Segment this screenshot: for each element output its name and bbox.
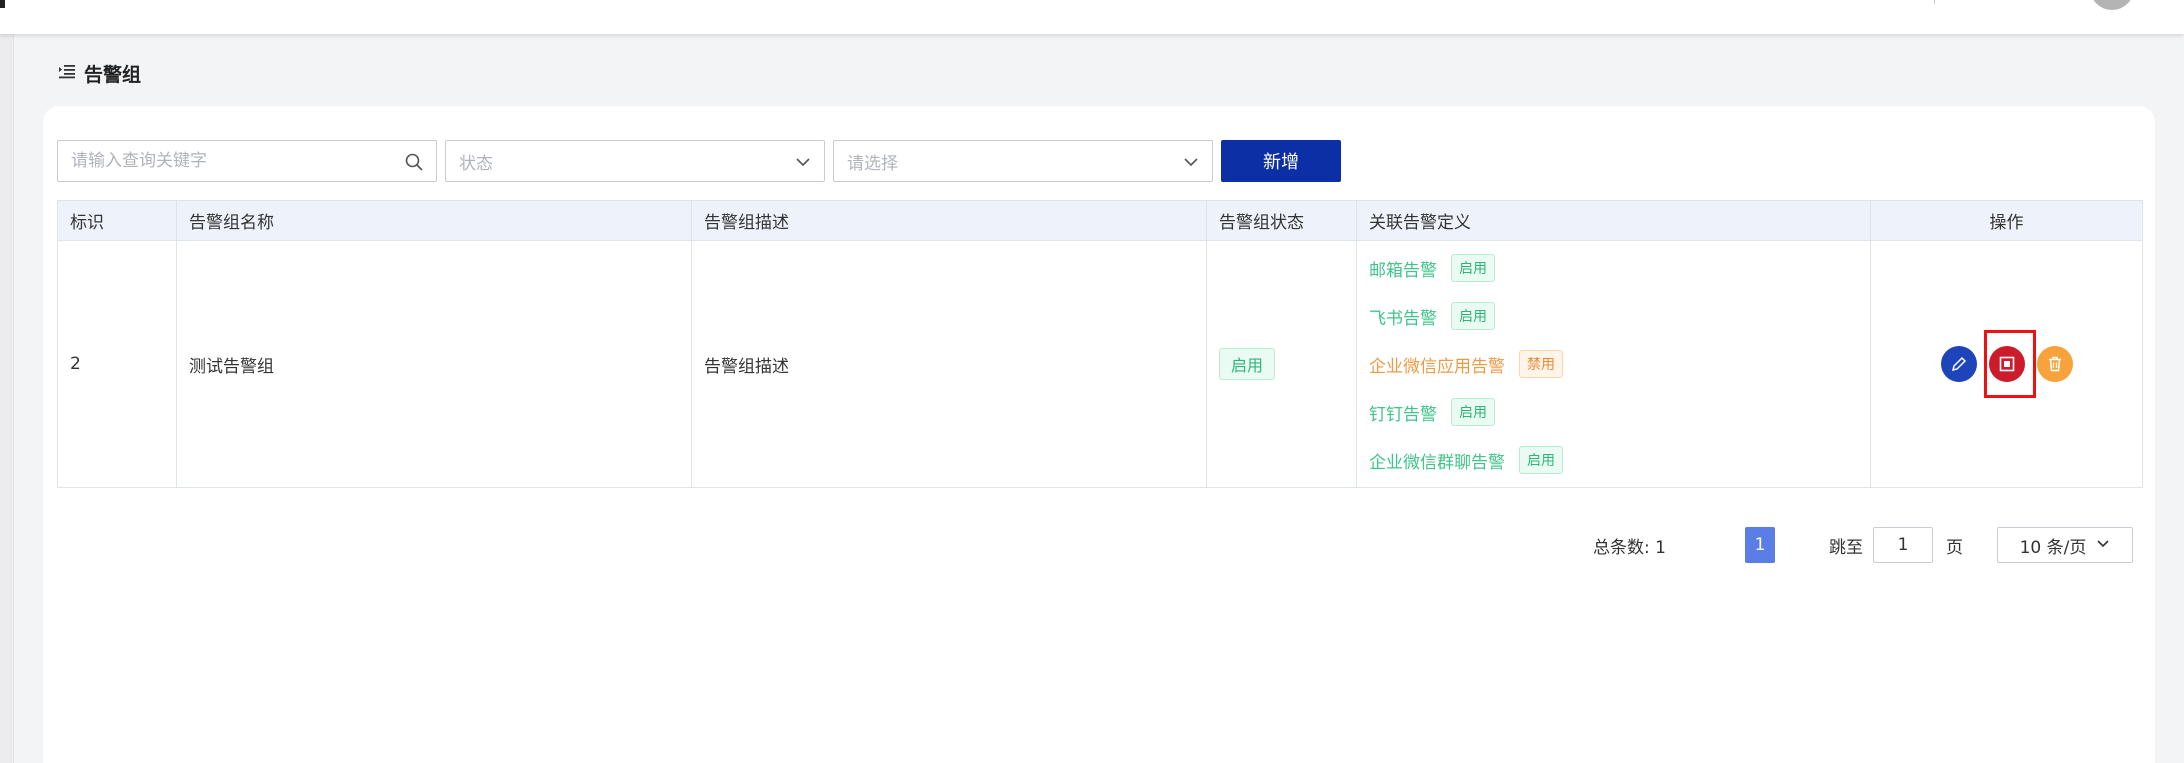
top-bar [0,0,2184,34]
chevron-down-icon [2096,535,2110,555]
cell-description: 告警组描述 [691,240,1207,488]
jump-page-input[interactable] [1873,527,1933,563]
stop-button[interactable] [1988,346,2025,382]
cell-alerts: 邮箱告警 启用 飞书告警 启用 企业微信应用告警 禁用 钉钉告警 启用 企业微信… [1356,240,1871,488]
trash-icon [2048,356,2061,372]
chevron-down-icon [1182,152,1200,176]
top-bar-divider [1934,0,1935,4]
alert-status-badge: 启用 [1451,254,1495,282]
page-suffix: 页 [1946,537,1963,558]
filter-toolbar: 状态 请选择 新增 [57,140,1341,182]
cell-actions [1870,240,2143,488]
chevron-down-icon [794,152,812,176]
page-size-label: 10 条/页 [2019,537,2087,558]
list-item: 企业微信应用告警 禁用 [1369,350,1870,378]
action-buttons [1871,346,2142,382]
cell-id: 2 [57,240,177,488]
column-header-alerts[interactable]: 关联告警定义 [1356,200,1871,241]
page-title: 告警组 [84,63,142,86]
alert-name[interactable]: 邮箱告警 [1369,256,1437,281]
column-header-id[interactable]: 标识 [57,200,177,241]
stop-square-icon [1999,356,2014,372]
corner-mark [0,0,5,8]
status-select[interactable]: 状态 [445,140,825,182]
search-field[interactable] [57,140,437,182]
generic-select-placeholder: 请选择 [847,153,898,174]
generic-select[interactable]: 请选择 [833,140,1213,182]
list-item: 飞书告警 启用 [1369,302,1870,330]
delete-button[interactable] [2036,346,2073,382]
column-header-name[interactable]: 告警组名称 [176,200,692,241]
pencil-icon [1951,356,1966,372]
sidebar-rail [0,34,14,763]
pagination: 总条数: 1 1 跳至 页 10 条/页 [1593,527,2133,563]
search-icon[interactable] [404,152,424,176]
alert-status-badge: 启用 [1451,302,1495,330]
total-count: 总条数: 1 [1593,537,1666,558]
page-size-select[interactable]: 10 条/页 [1997,527,2133,563]
status-select-placeholder: 状态 [459,153,493,174]
search-input[interactable] [71,151,371,171]
edit-button[interactable] [1940,346,1977,382]
table-header-row: 标识 告警组名称 告警组描述 告警组状态 关联告警定义 操作 [57,200,2143,241]
column-header-actions: 操作 [1870,200,2143,241]
menu-indent-icon[interactable] [58,63,76,83]
alert-name[interactable]: 钉钉告警 [1369,400,1437,425]
cell-status: 启用 [1206,240,1357,488]
status-badge: 启用 [1219,348,1276,380]
alert-status-badge: 启用 [1451,398,1495,426]
column-header-description[interactable]: 告警组描述 [691,200,1207,241]
alert-group-table: 标识 告警组名称 告警组描述 告警组状态 关联告警定义 操作 2 测试告警组 告… [57,200,2143,488]
alert-name[interactable]: 企业微信应用告警 [1369,352,1505,377]
page-header: 告警组 [58,58,141,88]
table-row: 2 测试告警组 告警组描述 启用 邮箱告警 启用 飞书告警 启用 企业微信应用告… [57,240,2143,488]
alert-status-badge: 禁用 [1519,350,1563,378]
list-item: 钉钉告警 启用 [1369,398,1870,426]
page-button-current[interactable]: 1 [1745,527,1775,563]
alert-name[interactable]: 飞书告警 [1369,304,1437,329]
alert-list: 邮箱告警 启用 飞书告警 启用 企业微信应用告警 禁用 钉钉告警 启用 企业微信… [1369,254,1870,474]
column-header-status[interactable]: 告警组状态 [1206,200,1357,241]
list-item: 企业微信群聊告警 启用 [1369,446,1870,474]
cell-name: 测试告警组 [176,240,692,488]
avatar[interactable] [2090,0,2134,10]
alert-name[interactable]: 企业微信群聊告警 [1369,448,1505,473]
list-item: 邮箱告警 启用 [1369,254,1870,282]
jump-label: 跳至 [1829,537,1863,558]
add-button[interactable]: 新增 [1221,140,1341,182]
alert-status-badge: 启用 [1519,446,1563,474]
